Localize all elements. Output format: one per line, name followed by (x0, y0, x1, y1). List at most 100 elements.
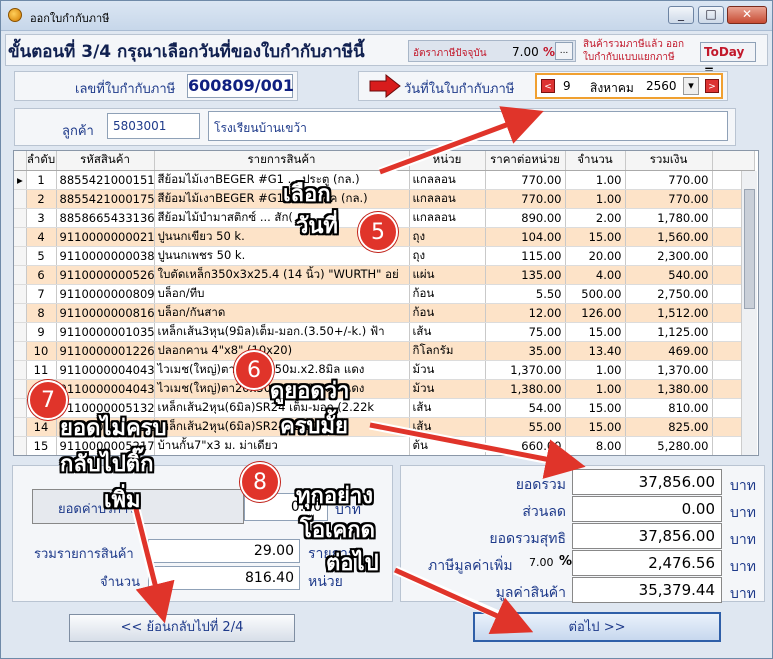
total-label: ยอดรวม (515, 477, 566, 493)
net-label: ยอดรวมสุทธิ (489, 531, 566, 547)
step-6-text-1: ดูยอดว่า (270, 379, 350, 404)
table-row[interactable]: 6 9110000000526 ใบตัดเหล็ก350x3x25.4 (14 น… (14, 265, 755, 285)
row-qty: 15.00 (565, 417, 626, 437)
tax-rate-label: อัตราภาษีปัจจุบัน (413, 48, 487, 59)
next-button[interactable]: ต่อไป >> (473, 612, 721, 642)
row-total: 5,280.00 (625, 436, 713, 455)
step-8-text-1: ทุกอย่าง (296, 484, 374, 509)
row-code: 9110000000816 (56, 303, 155, 323)
row-index: 3 (26, 208, 57, 228)
net-unit: บาท (730, 532, 756, 548)
col-header-qty: จำนวน (565, 151, 626, 171)
table-row[interactable]: 9 9110000001035 เหล็กเส้น3หุน(9มิล)เต็ม-มอ… (14, 322, 755, 342)
date-dropdown-button[interactable]: ▾ (683, 77, 699, 95)
row-selector[interactable] (14, 189, 27, 209)
table-row[interactable]: ▸ 1 8855421000151 สีย้อมไม้เงาBEGER #G1 ...… (14, 170, 755, 190)
date-month[interactable]: สิงหาคม (590, 79, 634, 98)
row-selector[interactable] (14, 398, 27, 418)
row-code: 9110000001226 (56, 341, 155, 361)
discount-value[interactable]: 0.00 (572, 496, 722, 522)
invoice-number-field[interactable]: 600809/001 (187, 74, 294, 98)
total-value: 37,856.00 (572, 469, 722, 495)
table-row[interactable]: 7 9110000000809 บล็อก/ทีบ ก้อน 5.50 500.00 2,7… (14, 284, 755, 304)
row-selector[interactable] (14, 246, 27, 266)
step-7-text-1: ยอดไม่ครบ (60, 416, 167, 441)
row-index: 1 (26, 170, 57, 190)
date-prev-button[interactable]: < (541, 79, 555, 93)
row-qty: 20.00 (565, 246, 626, 266)
back-button[interactable]: << ย้อนกลับไปที่ 2/4 (69, 614, 295, 642)
table-scrollbar[interactable] (741, 171, 757, 455)
row-total: 1,560.00 (625, 227, 713, 247)
maximize-button[interactable]: □ (698, 6, 724, 24)
row-qty: 500.00 (565, 284, 626, 304)
row-selector[interactable] (14, 436, 27, 455)
vat-label: ภาษีมูลค่าเพิ่ม (428, 558, 513, 574)
row-qty: 2.00 (565, 208, 626, 228)
row-selector[interactable] (14, 322, 27, 342)
window-title: ออกใบกำกับภาษี (30, 12, 110, 25)
row-index: 14 (26, 417, 57, 437)
row-price: 104.00 (485, 227, 566, 247)
row-selector[interactable] (14, 284, 27, 304)
row-price: 135.00 (485, 265, 566, 285)
row-selector[interactable] (14, 227, 27, 247)
close-button[interactable]: ✕ (727, 6, 767, 24)
row-unit: แผ่น (409, 265, 486, 285)
invoice-number-label: เลขที่ใบกำกับภาษี (75, 82, 176, 97)
row-total: 770.00 (625, 189, 713, 209)
row-selector[interactable] (14, 341, 27, 361)
row-item: บล็อก/ทีบ (154, 284, 410, 304)
table-row[interactable]: 129110000004043ไวเมช(ใหญ่)ตา20x50.50ม.x2… (14, 379, 755, 399)
row-code: 8858665433136 (56, 208, 155, 228)
table-row[interactable]: 2 8855421000175 สีย้อมไม้เงาBEGER #G1900 ส… (14, 189, 755, 209)
table-row[interactable]: 8 9110000000816 บล็อก/กันสาด ก้อน 12.00 126.0… (14, 303, 755, 323)
date-next-button[interactable]: > (705, 79, 719, 93)
row-code: 9110000001035 (56, 322, 155, 342)
vat-unit: บาท (730, 559, 756, 575)
row-unit: ถุง (409, 227, 486, 247)
vat-pct: % (559, 554, 573, 569)
table-row[interactable]: 119110000004043ไวเมช(ใหญ่)ตา20x50.50ม.x2… (14, 360, 755, 380)
col-header-price: ราคาต่อหน่วย (485, 151, 566, 171)
row-unit: กิโลกรัม (409, 341, 486, 361)
row-index: 5 (26, 246, 57, 266)
row-selector[interactable] (14, 417, 27, 437)
row-item: ใบตัดเหล็ก350x3x25.4 (14 นิ้ว) "WURTH" อ… (154, 265, 410, 285)
goods-unit: บาท (730, 586, 756, 602)
row-selector[interactable] (14, 379, 27, 399)
customer-code-field[interactable]: 5803001 (107, 113, 200, 139)
row-unit: เส้น (409, 322, 486, 342)
row-qty: 1.00 (565, 170, 626, 190)
row-unit: ก้อน (409, 284, 486, 304)
row-price: 55.00 (485, 417, 566, 437)
today-button[interactable]: ToDay = (700, 42, 756, 77)
step-5-badge: 5 (358, 212, 398, 252)
arrow-right-icon (369, 73, 401, 99)
row-qty: 15.00 (565, 322, 626, 342)
row-total: 770.00 (625, 170, 713, 190)
row-unit: ถุง (409, 246, 486, 266)
step-8-text-3: ต่อไป (326, 551, 379, 576)
step-6-badge: 6 (234, 350, 274, 390)
row-qty: 15.00 (565, 398, 626, 418)
row-selector[interactable] (14, 208, 27, 228)
customer-name-field[interactable]: โรงเรียนบ้านเขว้า (208, 111, 728, 141)
row-qty: 4.00 (565, 265, 626, 285)
row-index: 9 (26, 322, 57, 342)
tax-rate-button[interactable]: ... (555, 42, 573, 60)
scrollbar-thumb[interactable] (744, 189, 755, 309)
minimize-button[interactable]: _ (668, 6, 694, 24)
table-row[interactable]: 10 9110000001226 ปลอกคาน 4"x8" (10x20) กิโล… (14, 341, 755, 361)
date-day[interactable]: 9 (563, 79, 571, 93)
row-selector[interactable] (14, 303, 27, 323)
row-selector[interactable] (14, 265, 27, 285)
row-selector[interactable] (14, 360, 27, 380)
date-year[interactable]: 2560 (646, 79, 677, 93)
total-unit: บาท (730, 478, 756, 494)
step-8-badge: 8 (240, 462, 280, 502)
row-selector[interactable]: ▸ (14, 170, 27, 190)
step-5-text-1: เลือก (283, 182, 331, 207)
row-price: 12.00 (485, 303, 566, 323)
row-index: 15 (26, 436, 57, 455)
